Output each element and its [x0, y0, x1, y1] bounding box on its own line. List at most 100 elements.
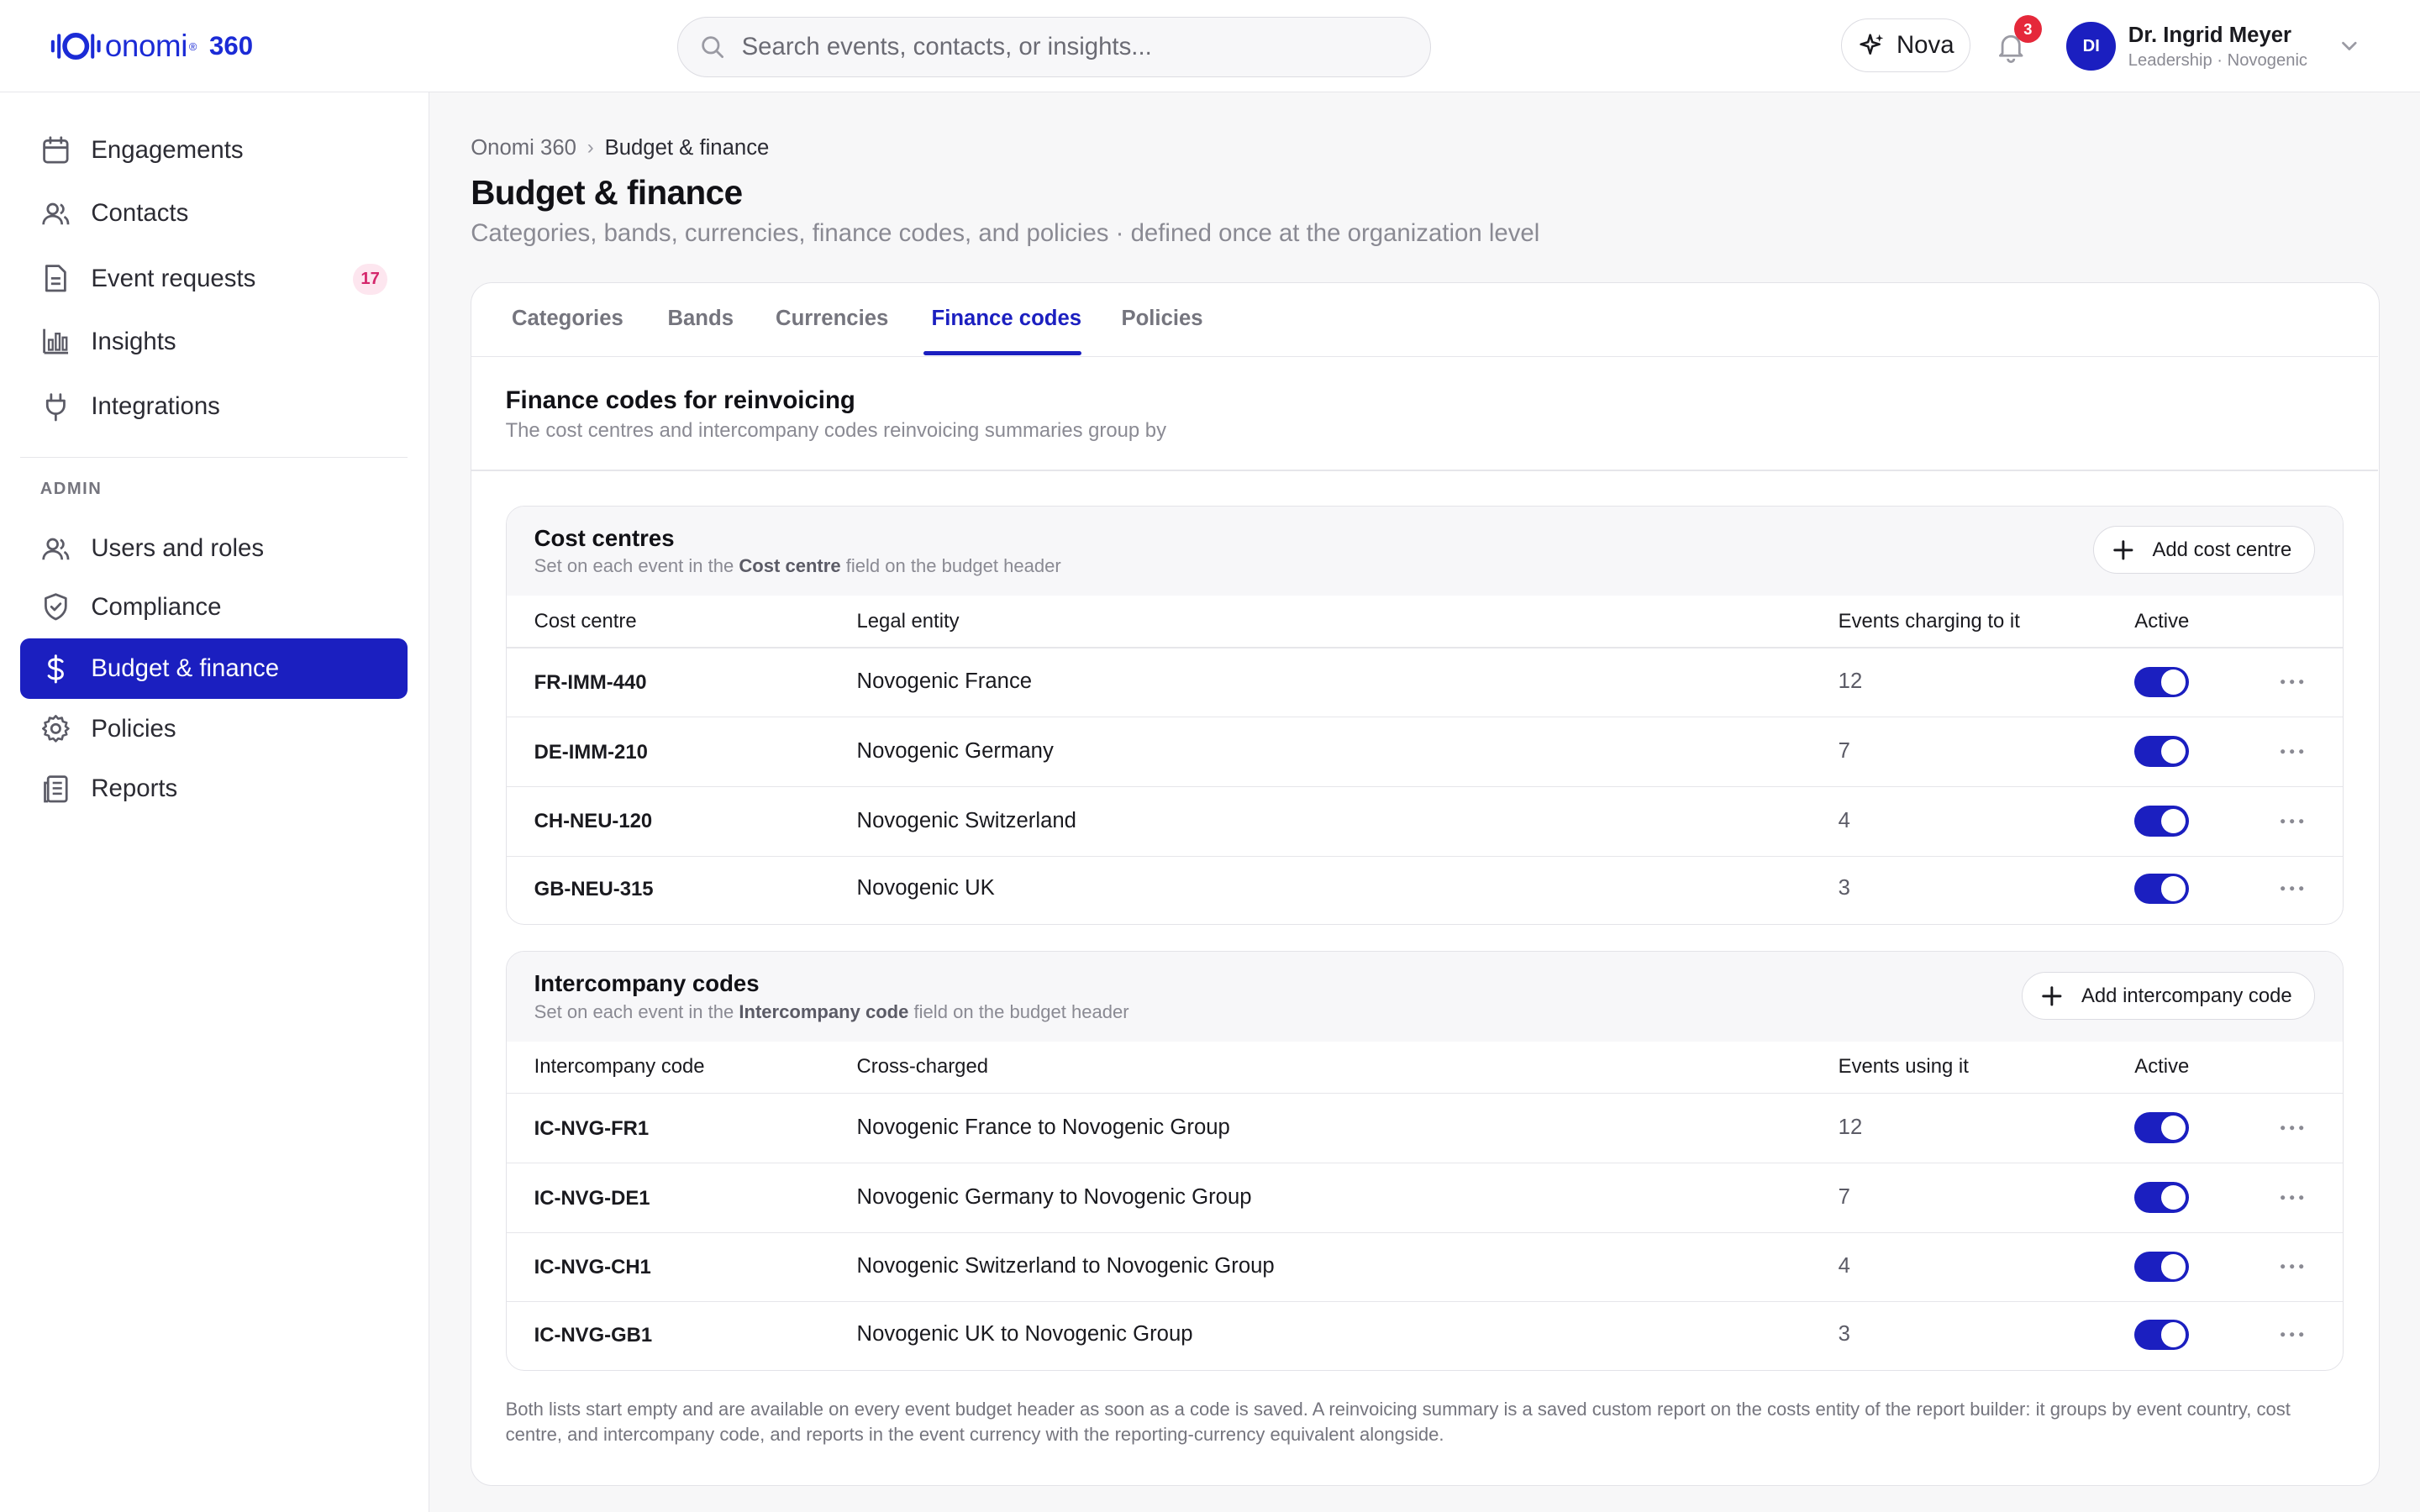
table-row[interactable]: IC-NVG-DE1 Novogenic Germany to Novogeni…: [506, 1163, 2344, 1233]
active-toggle[interactable]: [2134, 873, 2189, 905]
shield-icon: [40, 591, 71, 622]
intercompany-title: Intercompany codes: [534, 970, 760, 997]
active-toggle[interactable]: [2134, 1251, 2189, 1283]
toggle-knob: [2160, 738, 2186, 764]
active-toggle[interactable]: [2134, 1182, 2189, 1213]
table-row[interactable]: FR-IMM-440 Novogenic France 12: [506, 648, 2344, 718]
tab-categories[interactable]: Categories: [512, 307, 623, 331]
cost-centres-title: Cost centres: [534, 524, 675, 551]
sidebar-item-budget-and-finance[interactable]: Budget & finance: [19, 638, 408, 699]
legal-entity: Novogenic UK: [856, 876, 995, 900]
page-subtitle: Categories, bands, currencies, finance c…: [471, 218, 1540, 247]
cross-charged: Novogenic Switzerland to Novogenic Group: [856, 1254, 1275, 1278]
table-row[interactable]: IC-NVG-CH1 Novogenic Switzerland to Novo…: [506, 1233, 2344, 1303]
nova-label: Nova: [1896, 31, 1954, 60]
column-header: Events using it: [1838, 1055, 1969, 1079]
cost-centre-code: GB-NEU-315: [534, 878, 654, 901]
active-toggle[interactable]: [2134, 1112, 2189, 1144]
table-row[interactable]: IC-NVG-FR1 Novogenic France to Novogenic…: [506, 1094, 2344, 1163]
user-name[interactable]: Dr. Ingrid Meyer: [2128, 24, 2291, 48]
brand-suffix: 360: [209, 31, 254, 61]
tab-currencies[interactable]: Currencies: [776, 307, 888, 331]
toggle-knob: [2160, 1116, 2186, 1141]
user-role: Leadership · Novogenic: [2128, 50, 2308, 70]
onomi-logo-icon: [50, 28, 102, 65]
sidebar-item-reports[interactable]: Reports: [20, 759, 408, 820]
nova-button[interactable]: Nova: [1841, 18, 1971, 73]
brand-logo[interactable]: onomi ® 360: [50, 24, 253, 67]
search-box[interactable]: [677, 17, 1431, 77]
active-toggle[interactable]: [2134, 666, 2189, 698]
intercompany-codes-panel: Intercompany codes Set on each event in …: [505, 951, 2344, 1371]
intercompany-code: IC-NVG-CH1: [534, 1256, 651, 1279]
column-header: Active: [2134, 1055, 2190, 1079]
sidebar-item-engagements[interactable]: Engagements: [20, 120, 408, 181]
sidebar-item-label: Users and roles: [91, 533, 265, 562]
column-header: Cost centre: [534, 609, 637, 633]
top-bar: onomi ® 360 Nova 3 DI Dr. Ingrid Meyer L…: [0, 0, 2420, 93]
page-title: Budget & finance: [471, 172, 743, 212]
column-header: Events charging to it: [1838, 609, 2020, 633]
toggle-knob: [2160, 876, 2186, 901]
intercompany-header: Intercompany codes Set on each event in …: [506, 952, 2344, 1042]
active-toggle[interactable]: [2134, 805, 2189, 837]
add-cost-centre-label: Add cost centre: [2152, 538, 2292, 561]
tab-policies[interactable]: Policies: [1121, 307, 1202, 331]
gear-icon: [40, 713, 71, 744]
table-row[interactable]: DE-IMM-210 Novogenic Germany 7: [506, 717, 2344, 787]
chevron-down-icon[interactable]: [2338, 35, 2360, 57]
events-count: 7: [1838, 1184, 1850, 1209]
report-icon: [40, 774, 71, 805]
events-count: 4: [1838, 1254, 1850, 1278]
add-cost-centre-button[interactable]: Add cost centre: [2092, 526, 2316, 575]
cost-centre-code: FR-IMM-440: [534, 671, 647, 695]
sidebar-item-contacts[interactable]: Contacts: [20, 184, 408, 244]
add-intercompany-code-label: Add intercompany code: [2081, 984, 2292, 1007]
add-intercompany-code-button[interactable]: Add intercompany code: [2022, 972, 2316, 1021]
sidebar-item-users-and-roles[interactable]: Users and roles: [20, 518, 408, 579]
breadcrumb: Onomi 360 › Budget & finance: [471, 136, 769, 160]
calendar-icon: [40, 135, 71, 166]
intercompany-code: IC-NVG-DE1: [534, 1186, 650, 1210]
plus-icon: [2112, 539, 2134, 561]
more-options-icon[interactable]: [2276, 1324, 2307, 1346]
search-input[interactable]: [741, 33, 1390, 62]
app-root: onomi ® 360 Nova 3 DI Dr. Ingrid Meyer L…: [0, 0, 2420, 1512]
breadcrumb-root[interactable]: Onomi 360: [471, 136, 576, 160]
active-toggle[interactable]: [2134, 1319, 2189, 1351]
column-header: Legal entity: [856, 609, 960, 633]
avatar[interactable]: DI: [2066, 21, 2117, 71]
column-header: Cross-charged: [856, 1055, 988, 1079]
table-row[interactable]: IC-NVG-GB1 Novogenic UK to Novogenic Gro…: [507, 1300, 2344, 1369]
section-title: Finance codes for reinvoicing: [505, 386, 855, 415]
more-options-icon[interactable]: [2276, 810, 2307, 832]
cost-centres-description: Set on each event in the Cost centre fie…: [534, 555, 1061, 577]
more-options-icon[interactable]: [2276, 741, 2307, 763]
column-header: Intercompany code: [534, 1055, 705, 1079]
more-options-icon[interactable]: [2276, 671, 2307, 693]
table-row[interactable]: CH-NEU-120 Novogenic Switzerland 4: [506, 787, 2344, 857]
section-divider: [471, 470, 2378, 472]
sidebar-item-compliance[interactable]: Compliance: [20, 577, 408, 638]
sidebar-item-insights[interactable]: Insights: [20, 312, 408, 372]
more-options-icon[interactable]: [2276, 878, 2307, 900]
events-count: 4: [1838, 808, 1850, 832]
more-options-icon[interactable]: [2276, 1187, 2307, 1209]
footnote: Both lists start empty and are available…: [505, 1399, 2291, 1445]
sidebar-item-integrations[interactable]: Integrations: [20, 376, 408, 437]
tab-finance-codes[interactable]: Finance codes: [932, 307, 1082, 331]
more-options-icon[interactable]: [2276, 1117, 2307, 1139]
sidebar-item-event-requests[interactable]: Event requests 17: [20, 249, 408, 309]
more-options-icon[interactable]: [2276, 1256, 2307, 1278]
table-row[interactable]: GB-NEU-315 Novogenic UK 3: [507, 855, 2344, 924]
sidebar-item-policies[interactable]: Policies: [20, 699, 408, 759]
sidebar-item-label: Policies: [91, 714, 176, 743]
brand-name: onomi: [104, 29, 188, 64]
active-tab-indicator: [923, 350, 1081, 356]
breadcrumb-current: Budget & finance: [604, 135, 770, 160]
tab-bands[interactable]: Bands: [667, 307, 734, 331]
active-toggle[interactable]: [2134, 736, 2189, 767]
notification-badge: 3: [2013, 15, 2042, 44]
event-requests-count-badge: 17: [353, 264, 387, 295]
cost-centre-code: DE-IMM-210: [534, 740, 648, 764]
